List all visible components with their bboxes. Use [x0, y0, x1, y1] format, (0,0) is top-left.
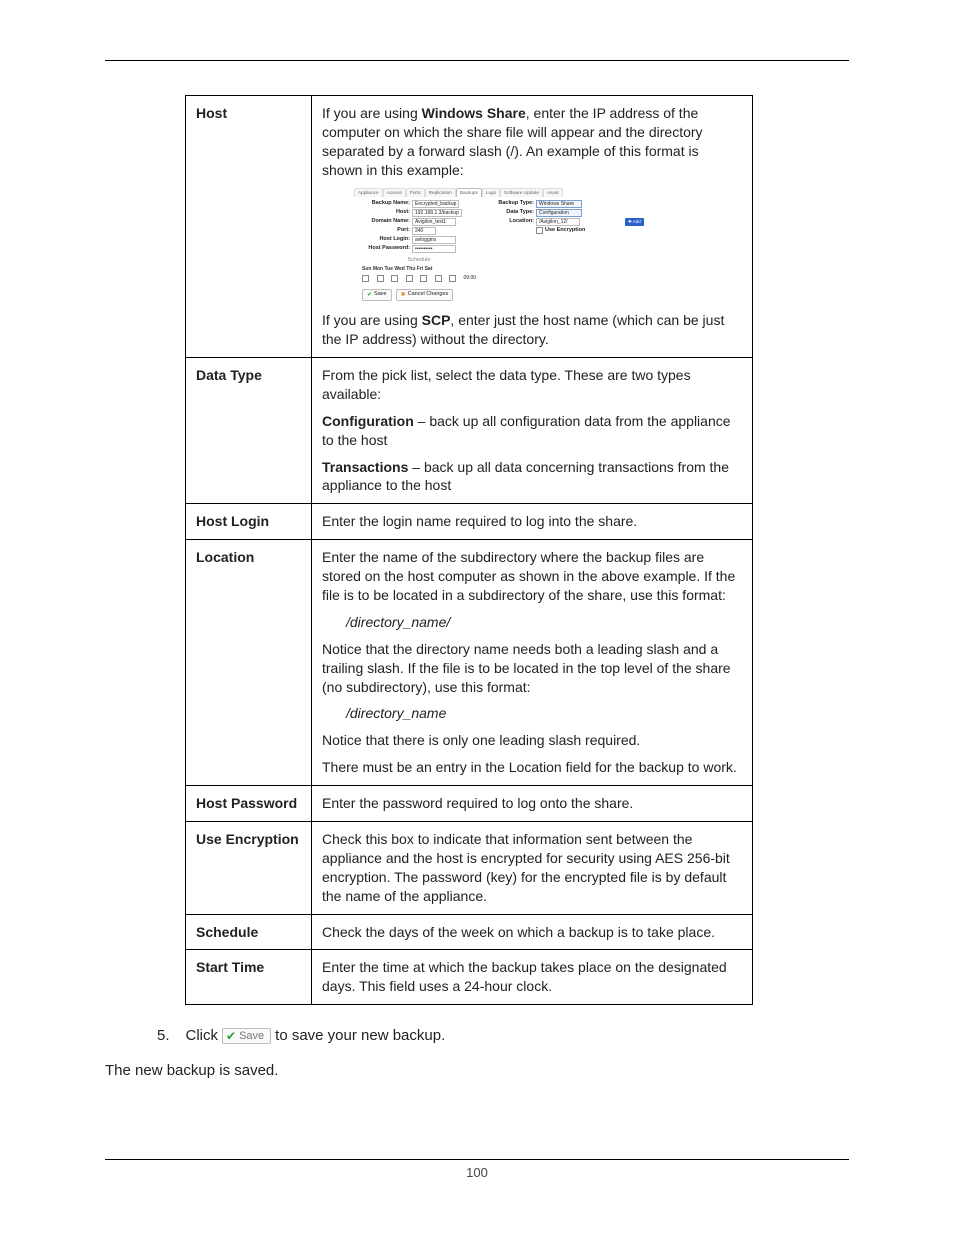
mini-cancel: ✖Cancel Changes	[396, 289, 454, 301]
host-login-label: Host Login	[186, 504, 312, 540]
table-row: Data Type From the pick list, select the…	[186, 357, 753, 503]
host-login-desc: Enter the login name required to log int…	[312, 504, 753, 540]
backup-form-screenshot: Appliance Access Ports Replication Backu…	[362, 188, 647, 302]
host-p2: If you are using SCP, enter just the hos…	[322, 311, 742, 349]
schedule-label: Schedule	[186, 914, 312, 950]
page-number: 100	[0, 1165, 954, 1180]
mini-right: Backup Type:Windows Share Data Type:Conf…	[496, 200, 644, 234]
host-password-label: Host Password	[186, 786, 312, 822]
mini-tabs: Appliance Access Ports Replication Backu…	[354, 188, 647, 197]
mini-save: ✔Save	[362, 289, 392, 301]
host-label: Host	[186, 96, 312, 358]
host-password-desc: Enter the password required to log onto …	[312, 786, 753, 822]
host-desc: If you are using Windows Share, enter th…	[312, 96, 753, 358]
location-desc: Enter the name of the subdirectory where…	[312, 540, 753, 786]
save-button-inline: ✔ Save	[222, 1028, 271, 1044]
mini-left: Backup Name:Encrypted_backup Host:192.16…	[362, 200, 476, 301]
table-row: Host Login Enter the login name required…	[186, 504, 753, 540]
data-type-label: Data Type	[186, 357, 312, 503]
table-row: Use Encryption Check this box to indicat…	[186, 821, 753, 914]
start-time-label: Start Time	[186, 950, 312, 1005]
step-number: 5.	[157, 1027, 170, 1044]
table-row: Host If you are using Windows Share, ent…	[186, 96, 753, 358]
header-rule	[105, 60, 849, 61]
check-icon: ✔	[226, 1030, 236, 1042]
day-checkbox	[362, 275, 369, 282]
field-description-table: Host If you are using Windows Share, ent…	[185, 95, 753, 1005]
step-5: 5. Click ✔ Save to save your new backup.	[157, 1027, 849, 1044]
table-row: Schedule Check the days of the week on w…	[186, 914, 753, 950]
use-encryption-desc: Check this box to indicate that informat…	[312, 821, 753, 914]
table-row: Host Password Enter the password require…	[186, 786, 753, 822]
final-para: The new backup is saved.	[105, 1062, 849, 1079]
use-encryption-label: Use Encryption	[186, 821, 312, 914]
table-row: Location Enter the name of the subdirect…	[186, 540, 753, 786]
main-content: Host If you are using Windows Share, ent…	[105, 95, 849, 1079]
start-time-desc: Enter the time at which the backup takes…	[312, 950, 753, 1005]
data-type-desc: From the pick list, select the data type…	[312, 357, 753, 503]
location-label: Location	[186, 540, 312, 786]
host-p1: If you are using Windows Share, enter th…	[322, 104, 742, 180]
schedule-desc: Check the days of the week on which a ba…	[312, 914, 753, 950]
table-row: Start Time Enter the time at which the b…	[186, 950, 753, 1005]
footer-rule	[105, 1159, 849, 1160]
